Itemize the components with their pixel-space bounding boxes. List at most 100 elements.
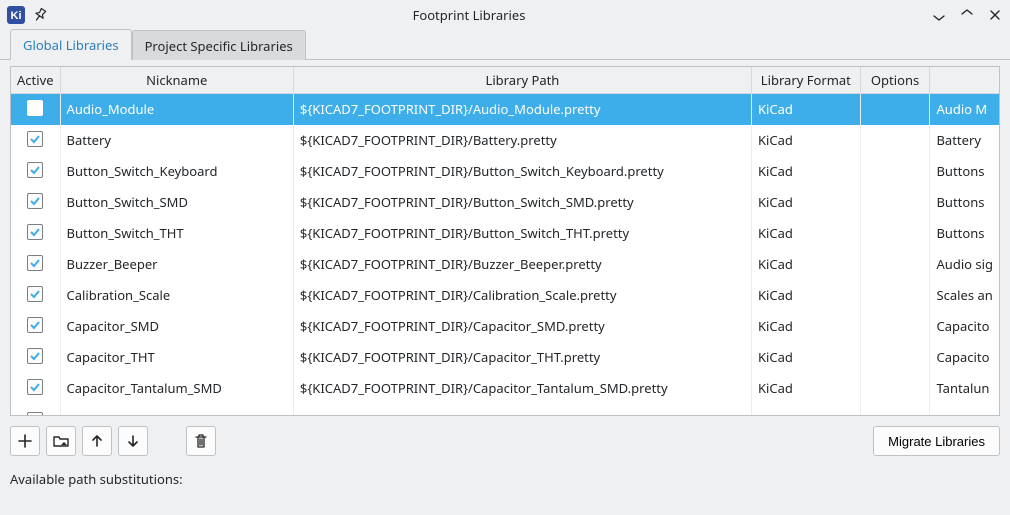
cell-format[interactable]: KiCad xyxy=(751,94,860,125)
cell-path[interactable]: ${KICAD7_FOOTPRINT_DIR}/Capacitor_Tantal… xyxy=(293,373,751,404)
cell-options[interactable] xyxy=(860,280,930,311)
cell-format[interactable]: KiCad xyxy=(751,373,860,404)
cell-format[interactable]: KiCad xyxy=(751,280,860,311)
table-row[interactable]: Calibration_Scale${KICAD7_FOOTPRINT_DIR}… xyxy=(11,280,999,311)
active-checkbox[interactable] xyxy=(27,412,43,417)
table-row[interactable]: Button_Switch_SMD${KICAD7_FOOTPRINT_DIR}… xyxy=(11,187,999,218)
col-header-active[interactable]: Active xyxy=(11,67,60,94)
active-checkbox[interactable] xyxy=(27,348,43,364)
cell-format[interactable]: KiCad xyxy=(751,125,860,156)
table-row[interactable] xyxy=(11,404,999,417)
close-button[interactable] xyxy=(986,6,1004,24)
cell-path[interactable]: ${KICAD7_FOOTPRINT_DIR}/Capacitor_THT.pr… xyxy=(293,342,751,373)
cell-nickname[interactable]: Capacitor_THT xyxy=(60,342,293,373)
maximize-button[interactable] xyxy=(958,6,976,24)
tab-project-libraries[interactable]: Project Specific Libraries xyxy=(132,30,306,60)
cell-format[interactable]: KiCad xyxy=(751,311,860,342)
active-checkbox[interactable] xyxy=(27,131,43,147)
browse-button[interactable] xyxy=(46,426,76,456)
cell-nickname[interactable]: Button_Switch_Keyboard xyxy=(60,156,293,187)
cell-options[interactable] xyxy=(860,125,930,156)
cell-format[interactable]: KiCad xyxy=(751,187,860,218)
table-row[interactable]: Audio_Module${KICAD7_FOOTPRINT_DIR}/Audi… xyxy=(11,94,999,125)
move-down-button[interactable] xyxy=(118,426,148,456)
table-row[interactable]: Button_Switch_THT${KICAD7_FOOTPRINT_DIR}… xyxy=(11,218,999,249)
cell-options[interactable] xyxy=(860,249,930,280)
migrate-libraries-button[interactable]: Migrate Libraries xyxy=(873,426,1000,456)
active-checkbox[interactable] xyxy=(27,193,43,209)
cell-path[interactable]: ${KICAD7_FOOTPRINT_DIR}/Calibration_Scal… xyxy=(293,280,751,311)
cell-active[interactable] xyxy=(11,125,60,156)
cell-description[interactable]: Battery xyxy=(930,125,999,156)
cell-nickname[interactable]: Capacitor_Tantalum_SMD xyxy=(60,373,293,404)
cell-active[interactable] xyxy=(11,156,60,187)
cell-options[interactable] xyxy=(860,342,930,373)
library-table[interactable]: Active Nickname Library Path Library For… xyxy=(10,66,1000,416)
active-checkbox[interactable] xyxy=(27,255,43,271)
cell-description[interactable]: Buttons xyxy=(930,156,999,187)
table-row[interactable]: Capacitor_Tantalum_SMD${KICAD7_FOOTPRINT… xyxy=(11,373,999,404)
cell-options[interactable] xyxy=(860,94,930,125)
cell-format[interactable]: KiCad xyxy=(751,218,860,249)
cell-path[interactable]: ${KICAD7_FOOTPRINT_DIR}/Button_Switch_TH… xyxy=(293,218,751,249)
cell-nickname[interactable]: Capacitor_SMD xyxy=(60,311,293,342)
add-row-button[interactable] xyxy=(10,426,40,456)
cell-active[interactable] xyxy=(11,311,60,342)
move-up-button[interactable] xyxy=(82,426,112,456)
active-checkbox[interactable] xyxy=(27,317,43,333)
cell-options[interactable] xyxy=(860,311,930,342)
table-row[interactable]: Capacitor_SMD${KICAD7_FOOTPRINT_DIR}/Cap… xyxy=(11,311,999,342)
cell-path[interactable]: ${KICAD7_FOOTPRINT_DIR}/Buzzer_Beeper.pr… xyxy=(293,249,751,280)
cell-active[interactable] xyxy=(11,373,60,404)
cell-description[interactable]: Audio sig xyxy=(930,249,999,280)
active-checkbox[interactable] xyxy=(27,100,43,116)
cell-description[interactable]: Capacito xyxy=(930,311,999,342)
cell-active[interactable] xyxy=(11,342,60,373)
cell-path[interactable]: ${KICAD7_FOOTPRINT_DIR}/Capacitor_SMD.pr… xyxy=(293,311,751,342)
cell-description[interactable]: Capacito xyxy=(930,342,999,373)
table-row[interactable]: Buzzer_Beeper${KICAD7_FOOTPRINT_DIR}/Buz… xyxy=(11,249,999,280)
cell-nickname[interactable]: Buzzer_Beeper xyxy=(60,249,293,280)
minimize-button[interactable] xyxy=(930,6,948,24)
col-header-path[interactable]: Library Path xyxy=(293,67,751,94)
cell-format[interactable]: KiCad xyxy=(751,249,860,280)
cell-options[interactable] xyxy=(860,373,930,404)
col-header-format[interactable]: Library Format xyxy=(751,67,860,94)
cell-format[interactable]: KiCad xyxy=(751,342,860,373)
cell-nickname[interactable]: Audio_Module xyxy=(60,94,293,125)
active-checkbox[interactable] xyxy=(27,162,43,178)
cell-description[interactable]: Audio M xyxy=(930,94,999,125)
cell-options[interactable] xyxy=(860,156,930,187)
cell-nickname[interactable]: Calibration_Scale xyxy=(60,280,293,311)
table-row[interactable]: Capacitor_THT${KICAD7_FOOTPRINT_DIR}/Cap… xyxy=(11,342,999,373)
cell-nickname[interactable]: Battery xyxy=(60,125,293,156)
cell-nickname[interactable]: Button_Switch_SMD xyxy=(60,187,293,218)
delete-row-button[interactable] xyxy=(186,426,216,456)
cell-active[interactable] xyxy=(11,249,60,280)
table-row[interactable]: Button_Switch_Keyboard${KICAD7_FOOTPRINT… xyxy=(11,156,999,187)
cell-description[interactable]: Tantalun xyxy=(930,373,999,404)
cell-active[interactable] xyxy=(11,218,60,249)
cell-description[interactable]: Buttons xyxy=(930,187,999,218)
cell-active[interactable] xyxy=(11,94,60,125)
cell-description[interactable]: Scales an xyxy=(930,280,999,311)
cell-path[interactable]: ${KICAD7_FOOTPRINT_DIR}/Button_Switch_Ke… xyxy=(293,156,751,187)
cell-active[interactable] xyxy=(11,187,60,218)
cell-active[interactable] xyxy=(11,280,60,311)
active-checkbox[interactable] xyxy=(27,379,43,395)
table-row[interactable]: Battery${KICAD7_FOOTPRINT_DIR}/Battery.p… xyxy=(11,125,999,156)
cell-format[interactable]: KiCad xyxy=(751,156,860,187)
cell-options[interactable] xyxy=(860,187,930,218)
active-checkbox[interactable] xyxy=(27,286,43,302)
active-checkbox[interactable] xyxy=(27,224,43,240)
cell-nickname[interactable]: Button_Switch_THT xyxy=(60,218,293,249)
col-header-nickname[interactable]: Nickname xyxy=(60,67,293,94)
tab-global-libraries[interactable]: Global Libraries xyxy=(10,29,132,60)
cell-path[interactable]: ${KICAD7_FOOTPRINT_DIR}/Button_Switch_SM… xyxy=(293,187,751,218)
cell-path[interactable]: ${KICAD7_FOOTPRINT_DIR}/Audio_Module.pre… xyxy=(293,94,751,125)
col-header-desc[interactable] xyxy=(930,67,999,94)
cell-path[interactable]: ${KICAD7_FOOTPRINT_DIR}/Battery.pretty xyxy=(293,125,751,156)
col-header-options[interactable]: Options xyxy=(860,67,930,94)
cell-description[interactable]: Buttons xyxy=(930,218,999,249)
cell-options[interactable] xyxy=(860,218,930,249)
